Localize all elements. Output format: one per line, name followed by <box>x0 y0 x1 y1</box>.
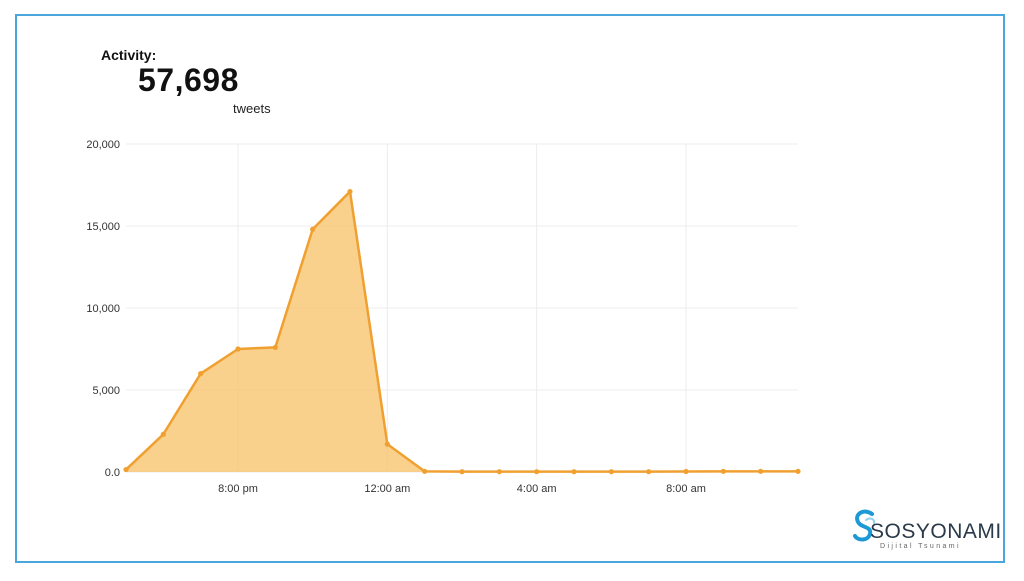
x-tick-label: 8:00 am <box>666 483 706 495</box>
x-tick-label: 4:00 am <box>517 483 557 495</box>
logo-tagline: Dijital Tsunami <box>880 543 961 550</box>
data-point <box>347 188 353 195</box>
data-point <box>160 431 166 437</box>
data-point <box>496 469 502 475</box>
area-fill <box>126 191 798 472</box>
data-point <box>758 468 764 474</box>
data-point <box>608 469 614 475</box>
data-point <box>384 441 390 447</box>
y-tick-label: 0.0 <box>105 467 120 479</box>
data-point <box>720 468 726 474</box>
data-point <box>310 226 316 232</box>
data-point <box>123 466 129 473</box>
x-tick-label: 8:00 pm <box>218 483 258 495</box>
data-point <box>795 468 801 474</box>
y-tick-label: 10,000 <box>86 303 120 315</box>
data-point <box>459 469 465 475</box>
logo-wordmark: SOSYONAMI <box>870 520 1002 543</box>
data-point <box>235 346 241 352</box>
data-point <box>272 344 278 350</box>
data-point <box>683 468 689 475</box>
y-tick-label: 5,000 <box>92 385 120 397</box>
data-point <box>422 468 428 474</box>
data-point <box>534 469 540 475</box>
data-point <box>198 371 204 377</box>
logo: SOSYONAMI Dijital Tsunami <box>848 506 1001 556</box>
x-tick-label: 12:00 am <box>364 483 410 495</box>
activity-chart: 0.0 5,000 10,000 15,000 20,000 8:00 pm 12:00 a… <box>86 139 801 495</box>
data-point <box>571 469 577 475</box>
data-point <box>646 469 652 475</box>
y-tick-label: 20,000 <box>86 139 120 151</box>
y-tick-label: 15,000 <box>86 221 120 233</box>
